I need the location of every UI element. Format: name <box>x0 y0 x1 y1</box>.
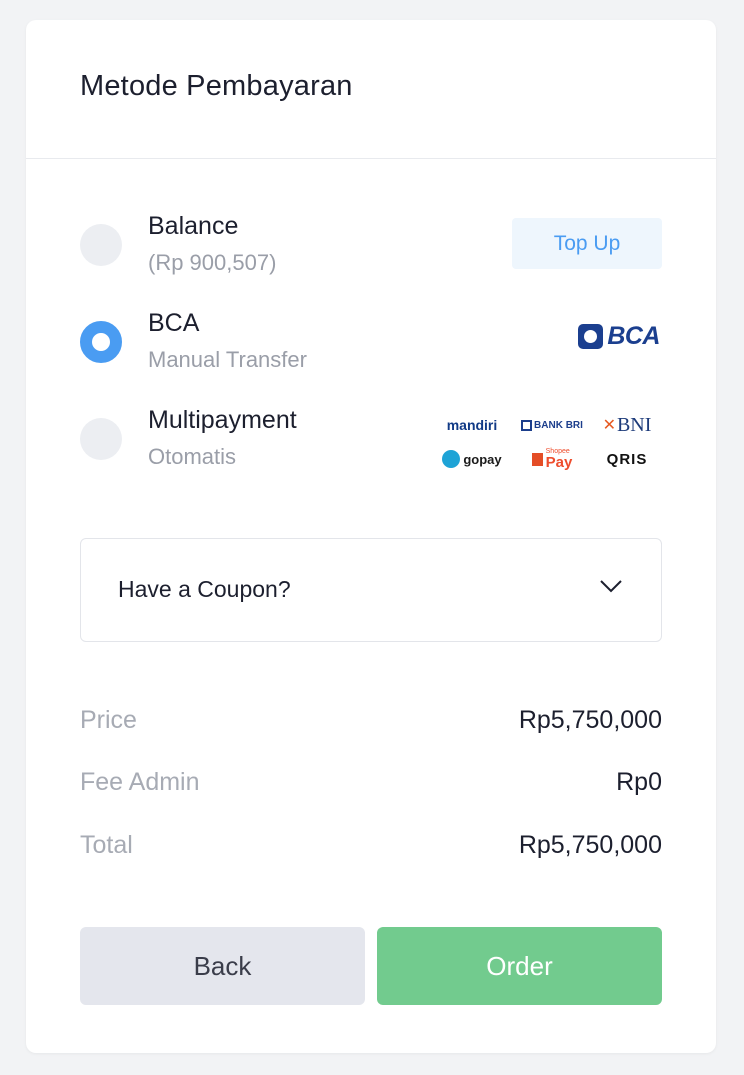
option-subtitle: Otomatis <box>148 444 237 469</box>
shopeepay-logo-text: Pay <box>545 454 573 471</box>
bri-logo: BANK BRI <box>512 419 592 431</box>
bca-logo: BCA <box>578 321 660 351</box>
shopeepay-logo: Shopee Pay <box>512 448 592 470</box>
payment-option-bca[interactable]: BCA Manual Transfer BCA <box>80 309 662 379</box>
payment-card: Metode Pembayaran Balance (Rp 900,507) T… <box>26 20 716 1053</box>
bca-logo-text: BCA <box>607 321 660 350</box>
coupon-dropdown[interactable]: Have a Coupon? <box>80 538 662 642</box>
option-name: Balance <box>148 212 239 240</box>
radio-balance[interactable] <box>80 224 122 266</box>
summary-value: Rp5,750,000 <box>518 831 662 859</box>
summary-row-total: Total Rp5,750,000 <box>80 831 662 863</box>
option-name: Multipayment <box>148 406 297 434</box>
gopay-logo-text: gopay <box>463 451 502 467</box>
mandiri-logo: mandiri <box>446 417 498 433</box>
radio-bca[interactable] <box>80 321 122 363</box>
shopeepay-icon <box>531 452 543 466</box>
back-button[interactable]: Back <box>80 927 365 1005</box>
top-up-button[interactable]: Top Up <box>512 218 662 269</box>
coupon-label: Have a Coupon? <box>118 576 291 602</box>
gopay-logo: gopay <box>432 450 512 468</box>
bca-logo-icon <box>578 323 604 349</box>
page-title: Metode Pembayaran <box>80 70 353 102</box>
bri-logo-text: BANK BRI <box>534 419 583 431</box>
option-name: BCA <box>148 309 200 337</box>
option-subtitle: (Rp 900,507) <box>148 250 277 275</box>
option-subtitle: Manual Transfer <box>148 347 307 372</box>
summary-label: Price <box>80 706 137 734</box>
payment-option-balance[interactable]: Balance (Rp 900,507) Top Up <box>80 212 662 282</box>
bni-logo-text: BNI <box>616 413 652 436</box>
bni-logo: ✕ BNI <box>592 414 662 437</box>
order-button[interactable]: Order <box>377 927 662 1005</box>
summary-label: Total <box>80 831 133 859</box>
bri-icon <box>521 419 533 431</box>
chevron-down-icon <box>600 580 622 593</box>
summary-value: Rp5,750,000 <box>518 706 662 734</box>
qris-logo: QRIS <box>606 450 648 468</box>
bank-logos: mandiri BANK BRI ✕ BNI gopay Shopee Pay … <box>432 408 662 478</box>
card-header: Metode Pembayaran <box>26 20 716 159</box>
gopay-icon <box>442 450 461 468</box>
payment-option-multipayment[interactable]: Multipayment Otomatis mandiri BANK BRI ✕… <box>80 406 662 476</box>
summary-row-price: Price Rp5,750,000 <box>80 706 662 738</box>
radio-multipayment[interactable] <box>80 418 122 460</box>
summary-row-fee-admin: Fee Admin Rp0 <box>80 768 662 800</box>
summary-label: Fee Admin <box>80 768 200 796</box>
summary-value: Rp0 <box>616 768 662 796</box>
bni-icon: ✕ <box>602 417 616 434</box>
